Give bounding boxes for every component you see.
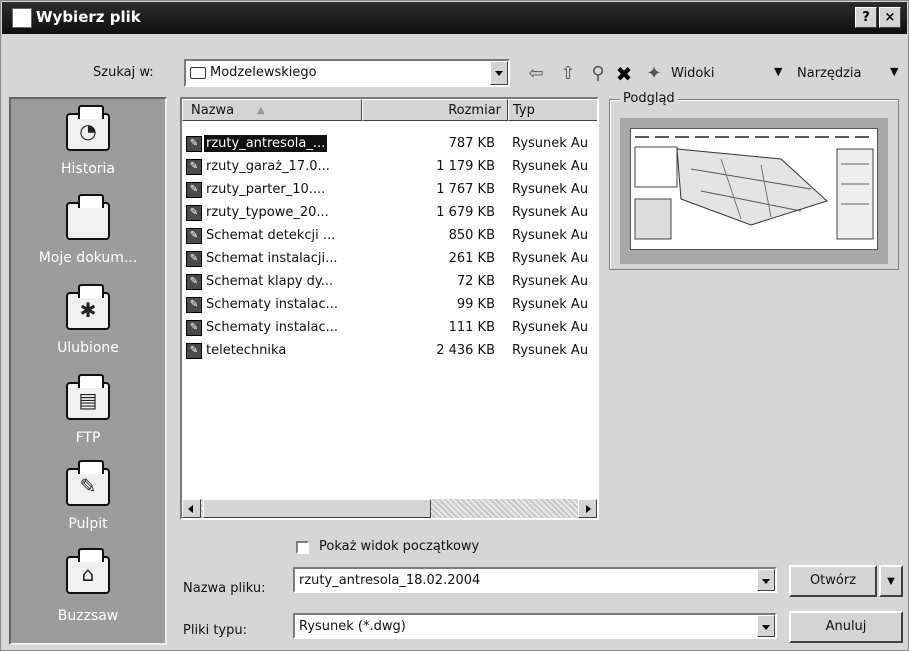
look-in-dropdown-button[interactable]: [490, 61, 508, 85]
chevron-down-icon: ▼: [887, 576, 895, 587]
dialog-title: Wybierz plik: [36, 8, 141, 26]
place-ftp[interactable]: ▤ FTP: [11, 374, 165, 468]
file-row[interactable]: ✎ teletechnika 2 436 KB Rysunek Au: [182, 340, 597, 363]
file-list[interactable]: Nazwa ▲ Rozmiar Typ ✎ rzuty_antresola_..…: [180, 97, 599, 520]
views-menu[interactable]: Widoki: [671, 66, 715, 81]
file-row[interactable]: ✎ rzuty_typowe_20... 1 679 KB Rysunek Au: [182, 202, 597, 225]
file-row[interactable]: ✎ Schemat instalacji... 261 KB Rysunek A…: [182, 248, 597, 271]
file-name-label: Nazwa pliku:: [183, 581, 266, 596]
file-name-dropdown-button[interactable]: [757, 569, 775, 591]
column-header-type[interactable]: Typ: [508, 99, 597, 121]
open-button[interactable]: Otwórz: [789, 565, 877, 597]
cancel-button[interactable]: Anuluj: [789, 611, 903, 643]
delete-icon[interactable]: ✖: [612, 64, 636, 84]
file-type-value: Rysunek (*.dwg): [299, 619, 406, 634]
show-initial-view-label: Pokaż widok początkowy: [319, 539, 480, 554]
dwg-file-icon: ✎: [186, 297, 202, 313]
preview-label: Podgląd: [620, 91, 678, 106]
dwg-file-icon: ✎: [186, 251, 202, 267]
tools-dropdown-icon[interactable]: ▼: [890, 65, 898, 78]
file-row[interactable]: ✎ rzuty_parter_10.... 1 767 KB Rysunek A…: [182, 179, 597, 202]
place-my-documents[interactable]: Moje dokum...: [11, 194, 165, 288]
place-buzzsaw[interactable]: ⌂ Buzzsaw: [11, 548, 165, 642]
floor-plan-thumbnail: [634, 136, 874, 240]
folder-icon: [190, 67, 206, 79]
sort-ascending-icon: ▲: [257, 105, 265, 116]
find-icon[interactable]: ⚲: [586, 64, 610, 84]
file-row[interactable]: ✎ Schematy instalac... 111 KB Rysunek Au: [182, 317, 597, 340]
show-initial-view-checkbox[interactable]: [296, 541, 309, 554]
open-options-button[interactable]: ▼: [879, 565, 903, 597]
history-icon: ◔: [66, 105, 110, 151]
look-in-value: Modzelewskiego: [210, 65, 317, 80]
tools-menu[interactable]: Narzędzia: [797, 66, 862, 81]
file-name-value: rzuty_antresola_18.02.2004: [299, 573, 481, 588]
dialog-app-icon: [12, 8, 32, 28]
column-header-size[interactable]: Rozmiar: [362, 99, 508, 121]
desktop-icon: ✎: [66, 460, 110, 506]
file-row[interactable]: ✎ Schemat klapy dy... 72 KB Rysunek Au: [182, 271, 597, 294]
dwg-file-icon: ✎: [186, 343, 202, 359]
column-header-name[interactable]: Nazwa ▲: [182, 99, 362, 121]
help-button[interactable]: ?: [855, 7, 877, 28]
file-row[interactable]: ✎ rzuty_antresola_... 787 KB Rysunek Au: [182, 133, 597, 156]
look-in-combo[interactable]: Modzelewskiego: [184, 59, 510, 87]
place-history[interactable]: ◔ Historia: [11, 105, 165, 199]
file-row[interactable]: ✎ Schematy instalac... 99 KB Rysunek Au: [182, 294, 597, 317]
title-bar[interactable]: Wybierz plik ? ×: [2, 2, 907, 34]
horizontal-scrollbar[interactable]: [182, 499, 597, 518]
file-name-input[interactable]: rzuty_antresola_18.02.2004: [293, 567, 777, 593]
file-open-dialog: Wybierz plik ? × Szukaj w: Modzelewskieg…: [0, 0, 909, 651]
places-bar: ◔ Historia Moje dokum... ✱ Ulubione ▤ FT…: [9, 97, 167, 645]
new-folder-icon[interactable]: ✦: [642, 64, 666, 84]
file-row[interactable]: ✎ rzuty_garaż_17.0... 1 179 KB Rysunek A…: [182, 156, 597, 179]
file-type-label: Pliki typu:: [183, 623, 247, 638]
look-in-label: Szukaj w:: [93, 65, 154, 80]
scroll-right-button[interactable]: [578, 499, 597, 518]
file-type-select[interactable]: Rysunek (*.dwg): [293, 613, 777, 639]
place-desktop[interactable]: ✎ Pulpit: [11, 460, 165, 554]
ftp-icon: ▤: [66, 374, 110, 420]
dwg-file-icon: ✎: [186, 182, 202, 198]
file-type-dropdown-button[interactable]: [757, 615, 775, 637]
preview-group: Podgląd: [609, 91, 899, 270]
buzzsaw-icon: ⌂: [66, 548, 110, 594]
dwg-file-icon: ✎: [186, 274, 202, 290]
scroll-thumb[interactable]: [203, 499, 431, 518]
dwg-file-icon: ✎: [186, 136, 202, 152]
dwg-file-icon: ✎: [186, 228, 202, 244]
dwg-file-icon: ✎: [186, 320, 202, 336]
close-button[interactable]: ×: [879, 7, 901, 28]
views-dropdown-icon[interactable]: ▼: [774, 65, 782, 78]
favorites-icon: ✱: [66, 284, 110, 330]
back-icon[interactable]: ⇦: [524, 64, 548, 84]
up-folder-icon[interactable]: ⇧: [556, 64, 580, 84]
dwg-file-icon: ✎: [186, 205, 202, 221]
dwg-file-icon: ✎: [186, 159, 202, 175]
place-favorites[interactable]: ✱ Ulubione: [11, 284, 165, 378]
scroll-left-button[interactable]: [182, 499, 201, 518]
drawing-preview-image: [620, 118, 888, 264]
file-row[interactable]: ✎ Schemat detekcji ... 850 KB Rysunek Au: [182, 225, 597, 248]
my-documents-icon: [66, 194, 110, 240]
